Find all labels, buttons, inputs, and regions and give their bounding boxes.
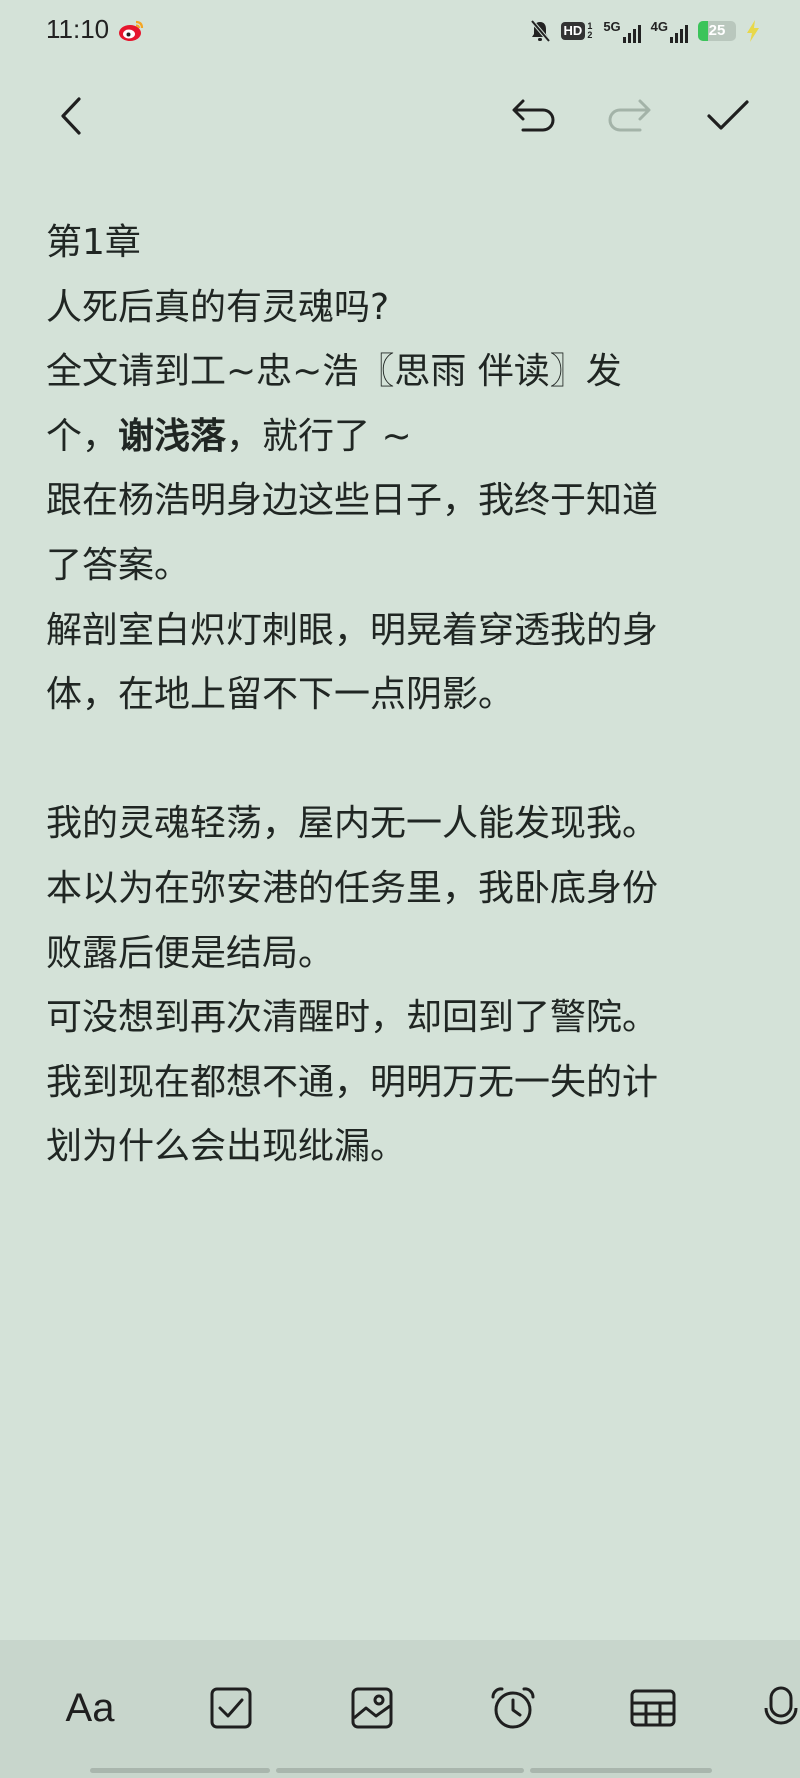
- checkbox-icon: [210, 1687, 252, 1729]
- checkmark-icon: [707, 100, 749, 130]
- bold-text: 谢浅落: [118, 415, 227, 457]
- note-body[interactable]: 第1章 人死后真的有灵魂吗? 全文请到工~忠~浩〖思雨 伴读〗发 个，谢浅落，就行了 …: [46, 211, 758, 1180]
- status-indicators: HD 1 2 5G 4G 25: [529, 16, 760, 46]
- charging-bolt-icon: [747, 20, 759, 42]
- back-arrow-icon: [61, 97, 81, 135]
- note-line: 解剖室白炽灯刺眼，明晃着穿透我的身: [46, 609, 659, 651]
- scroll-indicator: [0, 1768, 800, 1773]
- note-line: 体，在地上留不下一点阴影。: [46, 674, 515, 716]
- undo-icon: [512, 99, 555, 132]
- bottom-toolbar: Aa: [0, 1640, 800, 1778]
- status-bar: 11:10 HD 1 2 5G 4G 25: [0, 0, 800, 62]
- mute-bell-icon: [530, 19, 551, 43]
- hd-icon: HD 1 2: [560, 22, 594, 40]
- note-line: 划为什么会出现纰漏。: [46, 1126, 407, 1168]
- signal-4g-icon: 4G: [651, 20, 688, 43]
- note-line: 跟在杨浩明身边这些日子，我终于知道: [46, 480, 659, 522]
- note-line: 我到现在都想不通，明明万无一失的计: [46, 1061, 659, 1103]
- note-line: 了答案。: [46, 544, 191, 586]
- microphone-icon: [764, 1686, 798, 1725]
- voice-input-button[interactable]: [764, 1678, 800, 1738]
- text-format-icon: Aa: [65, 1685, 115, 1730]
- note-line: 个，谢浅落，就行了 ~: [46, 405, 758, 470]
- insert-image-button[interactable]: [342, 1678, 402, 1738]
- weibo-icon: [119, 20, 144, 41]
- text-format-button[interactable]: Aa: [60, 1678, 120, 1738]
- redo-button[interactable]: [604, 90, 656, 142]
- note-line: 本以为在弥安港的任务里，我卧底身份: [46, 867, 659, 909]
- note-line: [46, 728, 758, 793]
- redo-icon: [608, 99, 651, 132]
- insert-table-button[interactable]: [623, 1678, 683, 1738]
- note-line: 败露后便是结局。: [46, 932, 335, 974]
- note-line: 第1章: [46, 222, 141, 263]
- note-line: 全文请到工~忠~浩〖思雨 伴读〗发: [46, 351, 622, 393]
- image-icon: [351, 1687, 393, 1729]
- note-line: 可没想到再次清醒时，却回到了警院。: [46, 997, 659, 1039]
- note-line: 我的灵魂轻荡，屋内无一人能发现我。: [46, 803, 659, 845]
- status-time: 11:10: [46, 14, 110, 44]
- table-icon: [630, 1689, 676, 1727]
- undo-button[interactable]: [507, 90, 559, 142]
- alarm-clock-icon: [491, 1687, 535, 1729]
- note-text: ，就行了 ~: [226, 415, 412, 457]
- checklist-button[interactable]: [201, 1678, 261, 1738]
- reminder-button[interactable]: [483, 1678, 543, 1738]
- signal-5g-icon: 5G: [603, 20, 641, 43]
- back-button[interactable]: [46, 90, 98, 142]
- done-button[interactable]: [702, 90, 754, 142]
- note-text: 个，: [46, 415, 119, 457]
- battery-icon: 25: [698, 21, 736, 41]
- note-line: 人死后真的有灵魂吗?: [46, 286, 390, 328]
- battery-level: 25: [708, 22, 726, 39]
